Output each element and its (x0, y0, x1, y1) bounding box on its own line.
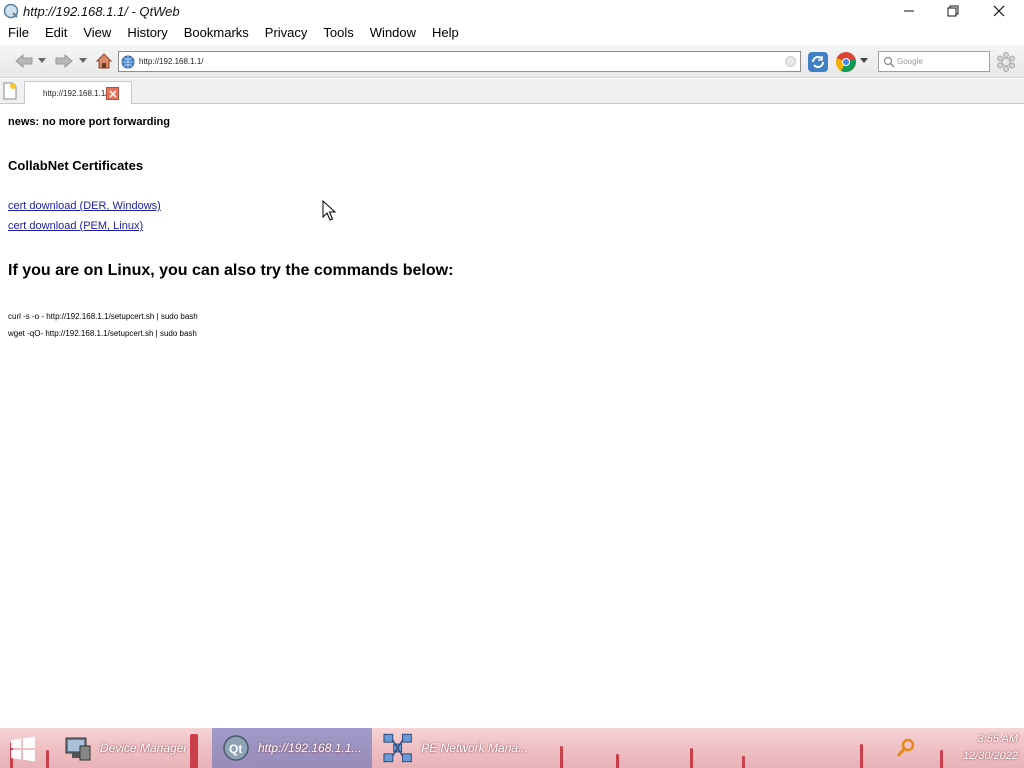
url-text: http://192.168.1.1/ (139, 57, 204, 66)
forward-arrow-icon (55, 53, 73, 69)
search-engine-button[interactable] (834, 50, 858, 73)
magnifier-icon (896, 738, 915, 757)
start-button[interactable] (8, 736, 38, 762)
wallpaper-stroke (616, 754, 619, 768)
svg-text:Qt: Qt (229, 742, 242, 756)
taskbar: Device Manager Qt http://192.168.1.1... … (0, 728, 1024, 768)
wget-command: wget -qO- http://192.168.1.1/setupcert.s… (8, 329, 197, 338)
wallpaper-stroke (560, 746, 563, 768)
search-engine-dropdown[interactable] (859, 54, 869, 68)
taskbar-item-qtweb[interactable]: Qt http://192.168.1.1... (212, 728, 372, 768)
wallpaper-stroke (860, 744, 863, 768)
mouse-cursor-icon (322, 200, 336, 221)
tab-close-button[interactable] (106, 87, 119, 100)
tab-bar: http://192.168.1.1/ (0, 79, 1024, 104)
chevron-down-icon (38, 58, 46, 63)
chevron-down-icon (860, 58, 868, 63)
cert-pem-link[interactable]: cert download (PEM, Linux) (8, 220, 143, 232)
page-content: news: no more port forwarding CollabNet … (0, 105, 1024, 728)
menu-privacy[interactable]: Privacy (257, 22, 316, 44)
home-icon (95, 53, 113, 69)
tray-search-button[interactable] (896, 738, 918, 760)
menu-help[interactable]: Help (424, 22, 467, 44)
device-manager-icon (65, 737, 91, 761)
system-clock[interactable]: 3:55 AM 12/30/2022 (963, 731, 1018, 765)
menu-file[interactable]: File (0, 22, 37, 44)
minimize-icon (904, 10, 914, 12)
cert-heading: CollabNet Certificates (8, 158, 144, 173)
clock-date: 12/30/2022 (962, 750, 1018, 762)
news-text: news: no more port forwarding (8, 116, 170, 128)
menu-window[interactable]: Window (362, 22, 424, 44)
back-button[interactable] (12, 52, 36, 70)
search-icon (883, 56, 895, 67)
qtweb-app-icon (3, 3, 19, 19)
forward-button[interactable] (52, 52, 76, 70)
taskbar-item-label: PE Network Mana... (421, 741, 528, 755)
home-button[interactable] (94, 52, 114, 70)
wallpaper-stroke (940, 750, 943, 768)
close-button[interactable] (976, 0, 1022, 22)
gear-icon (997, 51, 1015, 72)
chrome-icon (836, 51, 856, 72)
taskbar-item-pe-network[interactable]: PE Network Mana... (374, 728, 528, 768)
search-placeholder: Google (897, 57, 923, 66)
network-icon (383, 733, 412, 763)
restore-button[interactable] (930, 0, 976, 22)
back-history-dropdown[interactable] (37, 54, 47, 68)
globe-icon (121, 55, 135, 68)
menu-history[interactable]: History (119, 22, 175, 44)
curl-command: curl -s -o - http://192.168.1.1/setupcer… (8, 312, 198, 321)
new-tab-button[interactable] (2, 82, 20, 101)
reload-button[interactable] (806, 50, 830, 73)
tab-label: http://192.168.1.1/ (43, 88, 108, 98)
wallpaper-stroke (742, 756, 745, 768)
cert-der-link[interactable]: cert download (DER, Windows) (8, 200, 161, 212)
forward-history-dropdown[interactable] (78, 54, 88, 68)
menu-view[interactable]: View (75, 22, 119, 44)
qtweb-icon: Qt (223, 735, 249, 761)
taskbar-item-label: Device Manager (100, 741, 188, 755)
browser-window: http://192.168.1.1/ - QtWeb File Edit Vi… (0, 0, 1024, 728)
window-title: http://192.168.1.1/ - QtWeb (23, 3, 180, 19)
menu-bookmarks[interactable]: Bookmarks (176, 22, 257, 44)
menu-bar: File Edit View History Bookmarks Privacy… (0, 22, 1024, 44)
close-icon (993, 5, 1005, 17)
menu-tools[interactable]: Tools (315, 22, 361, 44)
back-arrow-icon (15, 53, 33, 69)
taskbar-item-label: http://192.168.1.1... (258, 741, 362, 755)
search-input[interactable]: Google (878, 51, 990, 72)
url-status-icon (785, 56, 796, 67)
windows-logo-icon (11, 736, 35, 762)
clock-time: 3:55 AM (977, 733, 1018, 745)
tab-active[interactable]: http://192.168.1.1/ (24, 81, 132, 104)
close-icon (108, 89, 117, 98)
new-page-icon (3, 82, 17, 100)
reload-icon (808, 51, 828, 72)
navigation-toolbar: http://192.168.1.1/ Google (0, 45, 1024, 78)
minimize-button[interactable] (886, 0, 932, 22)
address-bar[interactable]: http://192.168.1.1/ (118, 51, 801, 72)
settings-button[interactable] (994, 50, 1018, 73)
wallpaper-stroke (46, 750, 49, 768)
menu-edit[interactable]: Edit (37, 22, 75, 44)
restore-icon (947, 5, 959, 17)
chevron-down-icon (79, 58, 87, 63)
title-bar: http://192.168.1.1/ - QtWeb (0, 0, 1024, 22)
wallpaper-stroke (690, 748, 693, 768)
linux-heading: If you are on Linux, you can also try th… (8, 262, 454, 279)
taskbar-item-device-manager[interactable]: Device Manager (56, 728, 210, 768)
